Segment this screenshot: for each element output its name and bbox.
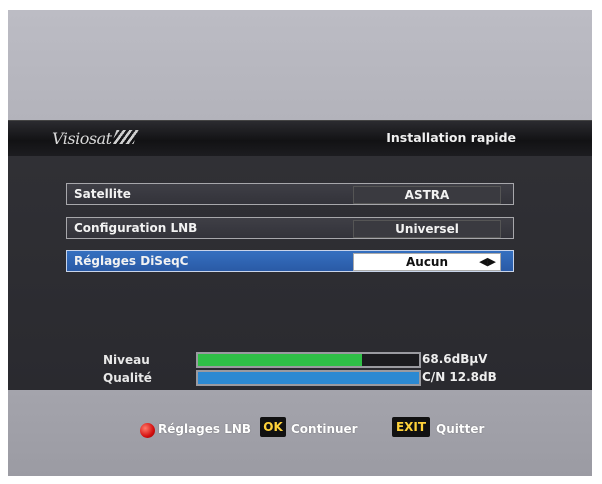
menu-row-label: Satellite [74,187,131,201]
ok-key-icon[interactable]: OK [260,417,286,437]
menu-row-label: Réglages DiSeqC [74,254,189,268]
selector-value: Aucun [405,255,449,269]
signal-level-fill [198,354,362,366]
brand-logo: Visiosat [52,129,112,148]
menu-row-value: ASTRA [353,186,501,204]
menu-row-value: Universel [353,220,501,238]
menu-row-diseqc[interactable]: Réglages DiSeqC Aucun ◀▶ [66,250,514,272]
menu-row-lnb-config[interactable]: Configuration LNB Universel [66,217,514,239]
menu-row-value-selector[interactable]: Aucun ◀▶ [353,253,501,271]
signal-quality-fill [198,372,419,384]
signal-level-value: 68.6dBµV [422,352,488,366]
signal-quality-bar [196,370,421,386]
signal-quality-value: C/N 12.8dB [422,370,497,384]
main-panel: Satellite ASTRA Configuration LNB Univer… [8,156,592,390]
hint-continue[interactable]: Continuer [291,422,358,436]
page-title: Installation rapide [386,130,516,145]
brand-logo-mark-icon [111,130,139,144]
hint-lnb-settings[interactable]: Réglages LNB [158,422,251,436]
menu-row-label: Configuration LNB [74,221,198,235]
menu-row-satellite[interactable]: Satellite ASTRA [66,183,514,205]
header-bar: Visiosat Installation rapide [8,120,592,157]
left-right-arrows-icon: ◀▶ [479,255,496,268]
top-margin [8,10,592,120]
signal-level-label: Niveau [103,353,150,367]
exit-key-icon[interactable]: EXIT [392,417,430,437]
footer-key-hints: Réglages LNB OK Continuer EXIT Quitter [8,390,592,476]
tv-screen: Visiosat Installation rapide Satellite A… [8,10,592,476]
signal-quality-label: Qualité [103,371,152,385]
red-button-icon [140,423,155,438]
hint-quit[interactable]: Quitter [436,422,484,436]
signal-level-bar [196,352,421,368]
